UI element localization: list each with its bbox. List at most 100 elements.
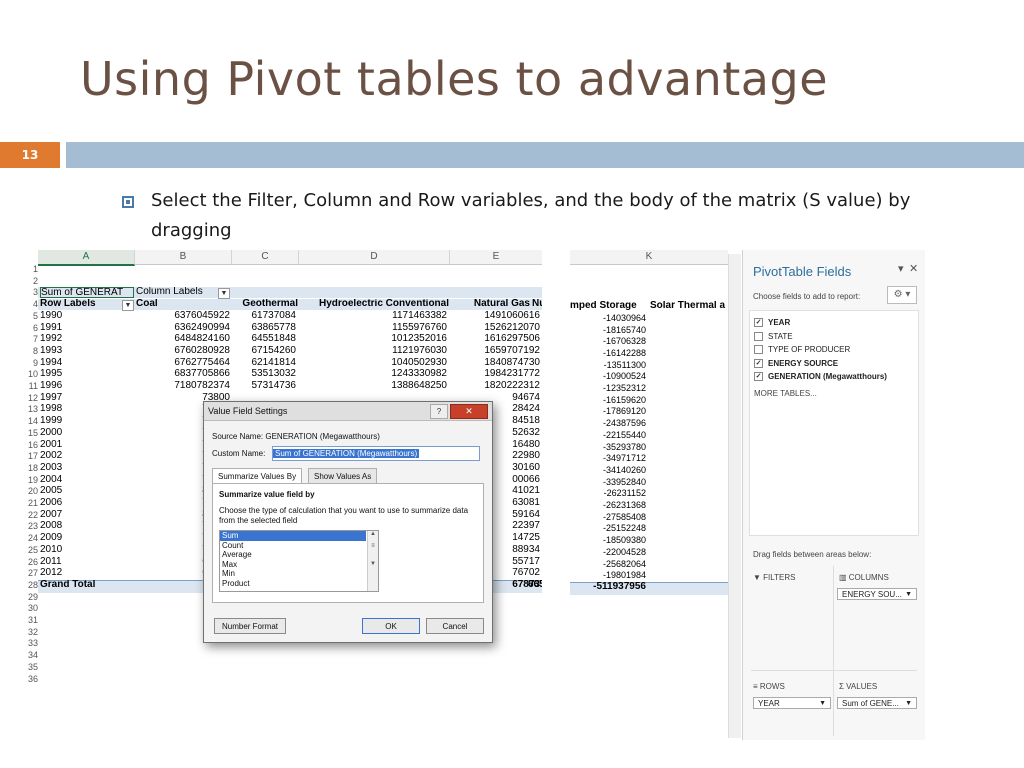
row-number[interactable]: 16 [28, 440, 38, 451]
row-number[interactable]: 20 [28, 486, 38, 497]
column-labels-filter-icon[interactable]: ▼ [218, 288, 230, 300]
row-number[interactable]: 19 [28, 475, 38, 486]
geothermal-cell[interactable]: 57314736 [232, 381, 297, 392]
dialog-titlebar[interactable]: Value Field Settings ? ✕ [204, 402, 492, 421]
storage-cell[interactable]: -18509380 [570, 535, 646, 546]
row-number[interactable]: 1 [28, 264, 38, 275]
rows-field[interactable]: YEAR ▼ [753, 697, 831, 709]
storage-cell[interactable]: -16159620 [570, 395, 646, 406]
header-cell[interactable]: Geothermal [232, 299, 298, 310]
row-number[interactable]: 6 [28, 323, 38, 334]
row-number[interactable]: 14 [28, 416, 38, 427]
coal-cell[interactable]: 6760280928 [136, 346, 230, 357]
row-labels-cell[interactable]: Row Labels [40, 299, 120, 310]
custom-name-input[interactable]: Sum of GENERATION (Megawatthours) [272, 446, 480, 461]
gas-cell[interactable]: 1491060616 [450, 311, 540, 322]
hydro-cell[interactable]: 1012352016 [299, 334, 447, 345]
geothermal-cell[interactable]: 62141814 [232, 358, 297, 369]
grand-total-nuc[interactable]: 665 [528, 580, 542, 591]
row-number[interactable]: 11 [28, 381, 38, 392]
tab-summarize-values-by[interactable]: Summarize Values By [212, 468, 303, 483]
calculation-option[interactable]: Average [220, 550, 366, 560]
hydro-cell[interactable]: 1121976030 [299, 346, 447, 357]
gas-cell[interactable]: 1984231772 [450, 369, 540, 380]
row-number[interactable]: 9 [28, 358, 38, 369]
row-number[interactable]: 27 [28, 568, 38, 579]
column-labels-cell[interactable]: Column Labels [136, 287, 216, 298]
year-cell[interactable]: 1991 [40, 323, 100, 334]
year-cell[interactable]: 1992 [40, 334, 100, 345]
year-cell[interactable]: 1994 [40, 358, 100, 369]
storage-cell[interactable]: -18165740 [570, 325, 646, 336]
header-cell[interactable]: Hydroelectric Conventional [299, 299, 449, 310]
listbox-scrollbar[interactable]: ▲ ≡ ▼ [367, 531, 378, 591]
solar-header[interactable]: Solar Thermal a [650, 301, 728, 312]
storage-cell[interactable]: -19801984 [570, 570, 646, 581]
storage-cell[interactable]: -13511300 [570, 360, 646, 371]
year-cell[interactable]: 1995 [40, 369, 100, 380]
filters-area[interactable]: ▼ FILTERS [753, 572, 837, 584]
year-cell[interactable]: 2010 [40, 545, 100, 556]
col-header-c[interactable]: C [232, 250, 299, 265]
row-number[interactable]: 10 [28, 369, 38, 380]
gas-cell[interactable]: 1820222312 [450, 381, 540, 392]
ok-button[interactable]: OK [362, 618, 420, 634]
storage-total[interactable]: -511937956 [570, 582, 646, 593]
row-number[interactable]: 2 [28, 276, 38, 287]
geothermal-cell[interactable]: 64551848 [232, 334, 297, 345]
year-cell[interactable]: 2004 [40, 475, 100, 486]
col-header-a[interactable]: A [38, 250, 135, 266]
row-number[interactable]: 8 [28, 346, 38, 357]
row-number[interactable]: 4 [28, 299, 38, 310]
storage-cell[interactable]: -16706328 [570, 336, 646, 347]
storage-cell[interactable]: -17869120 [570, 406, 646, 417]
year-cell[interactable]: 2007 [40, 510, 100, 521]
row-number[interactable]: 28 [28, 580, 38, 591]
calculation-option[interactable]: Product [220, 579, 366, 589]
row-labels-filter-icon[interactable]: ▼ [122, 300, 134, 312]
gas-cell[interactable]: 1659707192 [450, 346, 540, 357]
storage-cell[interactable]: -12352312 [570, 383, 646, 394]
storage-cell[interactable]: -34140260 [570, 465, 646, 476]
geothermal-cell[interactable]: 67154260 [232, 346, 297, 357]
field-item[interactable]: ✓ GENERATION (Megawatthours) [754, 371, 887, 382]
rows-area[interactable]: ≡ ROWS [753, 681, 837, 693]
row-number[interactable]: 29 [28, 592, 38, 603]
row-number[interactable]: 21 [28, 498, 38, 509]
coal-cell[interactable]: 6362490994 [136, 323, 230, 334]
storage-cell[interactable]: -26231152 [570, 488, 646, 499]
row-number[interactable]: 7 [28, 334, 38, 345]
col-header-b[interactable]: B [135, 250, 232, 265]
storage-header[interactable]: mped Storage [570, 301, 648, 312]
storage-cell[interactable]: -25682064 [570, 559, 646, 570]
row-number[interactable]: 33 [28, 638, 38, 649]
row-number[interactable]: 35 [28, 662, 38, 673]
year-cell[interactable]: 1996 [40, 381, 100, 392]
year-cell[interactable]: 1998 [40, 404, 100, 415]
columns-field[interactable]: ENERGY SOU... ▼ [837, 588, 917, 600]
coal-cell[interactable]: 6837705866 [136, 369, 230, 380]
col-header-d[interactable]: D [299, 250, 450, 265]
coal-cell[interactable]: 6762775464 [136, 358, 230, 369]
row-number[interactable]: 25 [28, 545, 38, 556]
number-format-button[interactable]: Number Format [214, 618, 286, 634]
storage-cell[interactable]: -26231368 [570, 500, 646, 511]
field-item[interactable]: TYPE OF PRODUCER [754, 344, 850, 355]
geothermal-cell[interactable]: 63865778 [232, 323, 297, 334]
row-number[interactable]: 17 [28, 451, 38, 462]
calculation-option[interactable]: Max [220, 560, 366, 570]
coal-cell[interactable]: 7180782374 [136, 381, 230, 392]
storage-cell[interactable]: -10900524 [570, 371, 646, 382]
year-cell[interactable]: 2003 [40, 463, 100, 474]
storage-cell[interactable]: -24387596 [570, 418, 646, 429]
year-cell[interactable]: 2011 [40, 557, 100, 568]
calculation-option[interactable]: Sum [220, 531, 366, 541]
coal-cell[interactable]: 6376045922 [136, 311, 230, 322]
calculation-option[interactable]: Min [220, 569, 366, 579]
row-number[interactable]: 23 [28, 521, 38, 532]
year-cell[interactable]: 2012 [40, 568, 100, 579]
storage-cell[interactable]: -22155440 [570, 430, 646, 441]
field-checkbox[interactable]: ✓ [754, 372, 763, 382]
row-number[interactable]: 24 [28, 533, 38, 544]
storage-cell[interactable]: -34971712 [570, 453, 646, 464]
